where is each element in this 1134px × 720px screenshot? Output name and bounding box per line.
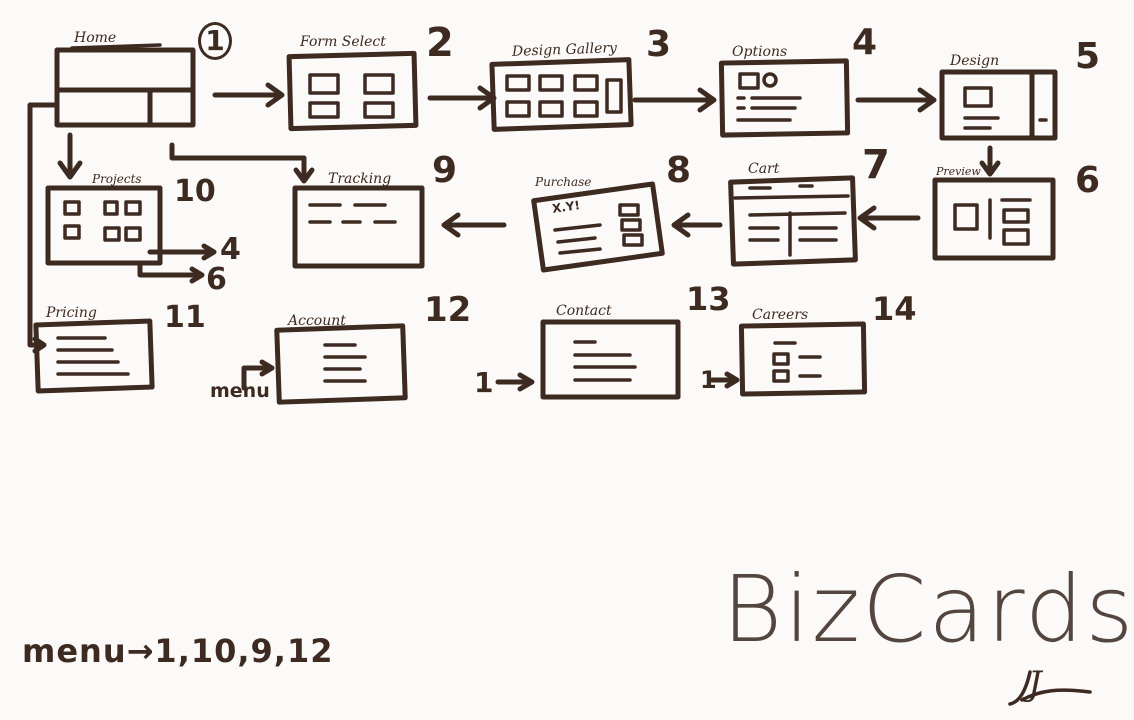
arrow-home-to-form-select [212,82,285,108]
arrow-form-select-to-gallery [427,85,497,111]
form-select-label: Form Select [300,34,386,50]
design-screen-frame [939,69,1058,141]
preview-number: 6 [1075,160,1101,201]
projects-screen-frame [45,185,163,266]
preview-label: Preview [936,165,981,178]
menu-note: menu→1,10,9,12 [22,632,334,670]
purchase-label: Purchase [535,175,592,189]
pricing-number: 11 [164,300,206,335]
design-gallery-screen-frame [489,57,634,132]
arrow-preview-to-cart [857,205,921,231]
pricing-label: Pricing [46,305,97,321]
arrow-projects-to-preview [137,260,205,284]
arrow-cart-to-purchase [671,212,723,238]
account-screen-frame [274,323,408,405]
pricing-screen-frame [33,318,155,394]
purchase-number: 8 [666,150,692,191]
design-label: Design [950,53,1000,69]
careers-entry-note: 1 [700,366,717,394]
contact-number: 13 [686,280,731,318]
projects-number: 10 [174,174,216,209]
arrow-purchase-to-tracking [441,212,507,238]
tracking-label: Tracking [328,171,392,187]
home-label: Home [74,30,117,46]
arrow-to-contact [495,372,535,392]
arrow-options-to-design [855,87,937,113]
signature-mark [1008,670,1092,706]
home-number: 1 [198,22,232,60]
form-select-screen-frame [286,50,419,132]
careers-screen-frame [738,321,868,397]
options-label: Options [732,44,788,60]
design-gallery-number: 3 [646,24,672,65]
options-number: 4 [852,22,878,63]
account-label: Account [288,313,346,329]
cart-screen-frame [728,175,858,267]
account-entry-note: menu [210,380,270,402]
purchase-screen-frame [531,181,665,273]
projects-label: Projects [92,172,142,186]
contact-label: Contact [556,303,612,319]
arrow-design-to-preview [979,145,1001,177]
careers-label: Careers [752,307,809,323]
contact-screen-frame [540,319,681,400]
home-screen-frame [54,43,196,128]
cart-label: Cart [748,161,780,177]
form-select-number: 2 [426,20,454,66]
storyboard-sheet: Home Form Select Design Gallery Options … [0,0,1134,720]
preview-screen-frame [932,177,1056,261]
signature: J [1028,664,1042,704]
careers-number: 14 [872,290,917,328]
brand-title: BizCards [722,556,1134,663]
design-number: 5 [1075,36,1101,77]
cart-number: 7 [862,142,890,188]
arrow-gallery-to-options [632,87,717,113]
options-screen-frame [718,58,851,138]
account-number: 12 [424,290,472,330]
projects-to-preview-note: 6 [206,262,227,297]
contact-entry-note: 1 [474,366,494,399]
arrow-home-to-projects [57,132,83,180]
tracking-number: 9 [432,150,458,191]
tracking-screen-frame [292,185,425,269]
